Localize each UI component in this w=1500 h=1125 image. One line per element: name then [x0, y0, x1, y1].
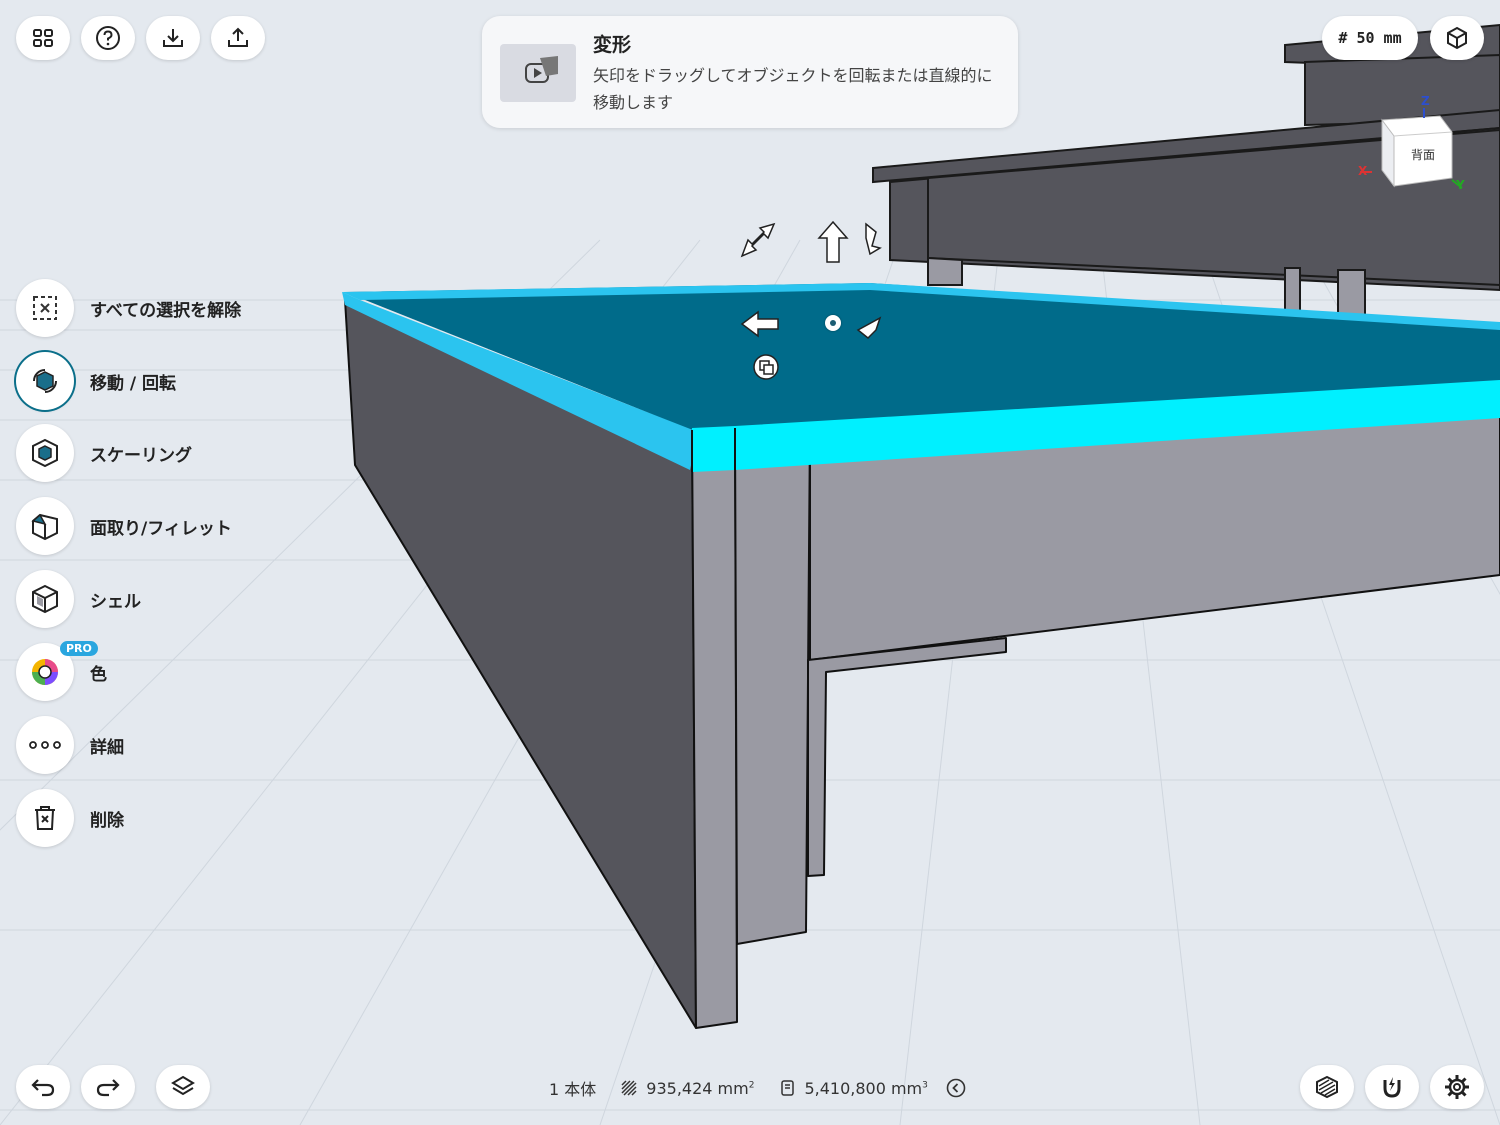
tool-delete-button[interactable] [16, 789, 74, 847]
tool-chamfer-fillet[interactable]: 面取り/フィレット [16, 496, 232, 556]
status-bar: 1 本体 935,424 mm2 5,410,800 mm3 [549, 1076, 966, 1100]
export-button[interactable] [211, 16, 265, 60]
scale-icon [32, 438, 58, 468]
layers-icon [171, 1075, 195, 1096]
tool-scale-button[interactable] [16, 424, 74, 482]
tool-scale[interactable]: スケーリング [16, 423, 192, 483]
tool-delete-label: 削除 [90, 810, 124, 831]
tool-scale-label: スケーリング [90, 445, 192, 466]
more-icon [29, 741, 61, 749]
snap-button[interactable] [1365, 1065, 1419, 1109]
undo-icon [31, 1079, 55, 1097]
grid-size-pill[interactable]: # 50 mm [1322, 16, 1418, 60]
surface-area-icon [621, 1080, 637, 1096]
move-rotate-icon [33, 369, 57, 393]
tool-deselect-all-button[interactable] [16, 279, 74, 337]
tool-more-label: 詳細 [90, 737, 124, 758]
rotate-arrow-icon [740, 222, 776, 258]
section-view-button[interactable] [1300, 1065, 1354, 1109]
scene-drawing [0, 23, 1500, 1125]
share-icon [228, 27, 248, 47]
color-icon [32, 659, 58, 685]
section-view-icon [1316, 1075, 1338, 1099]
settings-button[interactable] [1430, 1065, 1484, 1109]
volume-value: 5,410,800 mm3 [804, 1078, 928, 1098]
volume-icon [781, 1080, 795, 1096]
gizmo-center[interactable] [825, 315, 841, 331]
axis-x-label: X [1358, 164, 1368, 178]
tool-color[interactable]: PRO 色 [16, 641, 107, 702]
chamfer-icon [31, 513, 58, 541]
tool-move-rotate-button[interactable] [16, 352, 74, 410]
tool-more[interactable]: 詳細 [16, 715, 124, 775]
redo-icon [96, 1079, 120, 1097]
view-cube-face-label[interactable]: 背面 [1411, 146, 1435, 163]
move-up-arrow-icon [817, 220, 849, 263]
tool-color-button[interactable]: PRO [16, 641, 98, 701]
gear-icon [1445, 1075, 1469, 1099]
tool-deselect-all[interactable]: すべての選択を解除 [16, 278, 241, 338]
import-button[interactable] [146, 16, 200, 60]
tool-move-rotate[interactable]: 移動 / 回転 [16, 351, 176, 411]
play-video-icon [525, 56, 558, 83]
download-icon [163, 29, 183, 47]
pro-badge: PRO [60, 641, 98, 656]
body-count: 1 本体 [549, 1080, 597, 1099]
tool-delete[interactable]: 削除 [16, 788, 124, 848]
cube-view-icon [1447, 26, 1467, 50]
axis-z-label: Z [1421, 94, 1430, 108]
undo-button[interactable] [16, 1065, 70, 1109]
grid-menu-button[interactable] [16, 16, 70, 60]
transform-tooltip: 変形 矢印をドラッグしてオブジェクトを回転または直線的に移動します [482, 16, 1018, 128]
tooltip-title: 変形 [593, 34, 632, 56]
3d-viewport[interactable]: 背面 Z X Y [0, 0, 1500, 1125]
tool-chamfer-fillet-button[interactable] [16, 497, 74, 555]
rotate-handle-icon [865, 222, 882, 256]
surface-area-value: 935,424 mm2 [646, 1078, 755, 1098]
view-mode-button[interactable] [1430, 16, 1484, 60]
tool-shell[interactable]: シェル [16, 569, 141, 629]
help-icon [96, 26, 120, 50]
tool-move-rotate-label: 移動 / 回転 [90, 373, 177, 394]
tool-shell-button[interactable] [16, 570, 74, 628]
help-button[interactable] [81, 16, 135, 60]
tutorial-video-thumbnail[interactable] [500, 44, 576, 102]
deselect-icon [33, 296, 57, 320]
layers-button[interactable] [156, 1065, 210, 1109]
tool-more-button[interactable] [16, 716, 74, 774]
tool-color-label: 色 [90, 664, 107, 685]
redo-button[interactable] [81, 1065, 135, 1109]
shell-icon [32, 584, 58, 614]
tool-shell-label: シェル [90, 591, 141, 612]
magnet-icon [1383, 1077, 1401, 1098]
collapse-status-icon[interactable] [946, 1078, 966, 1098]
delete-icon [35, 806, 55, 830]
tooltip-body: 矢印をドラッグしてオブジェクトを回転または直線的に移動します [593, 66, 993, 112]
tool-deselect-all-label: すべての選択を解除 [90, 300, 242, 321]
tool-chamfer-fillet-label: 面取り/フィレット [90, 518, 232, 539]
axis-y-label: Y [1456, 178, 1465, 192]
selected-object [342, 283, 1500, 1029]
grid-menu-icon [33, 29, 53, 47]
